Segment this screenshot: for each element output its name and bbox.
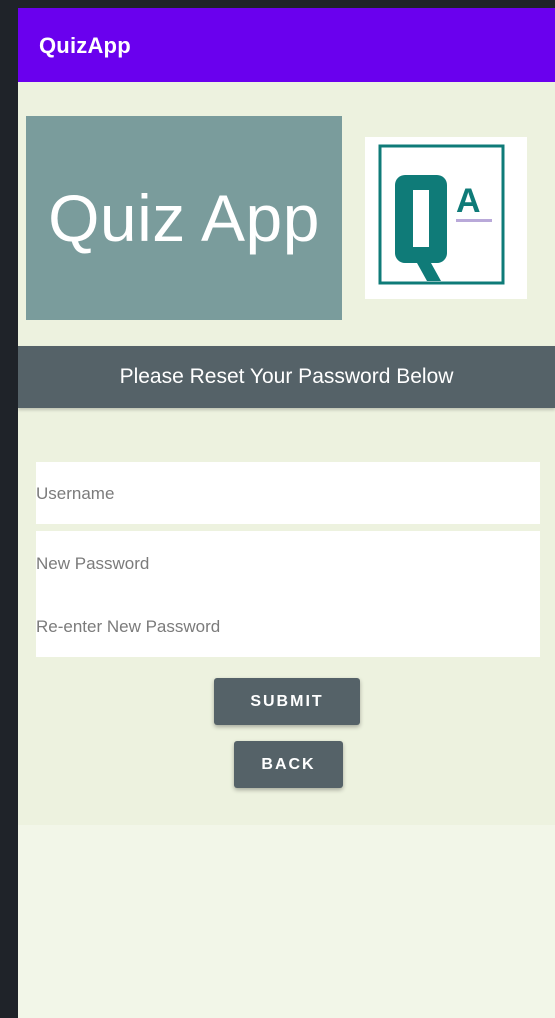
phone-screen: QuizApp Quiz App A Please Reset Your Pas… bbox=[18, 8, 555, 1018]
qa-logo-icon: A bbox=[365, 137, 527, 299]
reset-password-screen: Quiz App A Please Reset Your Password Be… bbox=[18, 82, 555, 825]
reset-password-heading: Please Reset Your Password Below bbox=[119, 365, 454, 388]
reenter-password-placeholder: Re-enter New Password bbox=[36, 617, 221, 636]
svg-text:A: A bbox=[456, 182, 481, 220]
app-bar: QuizApp bbox=[18, 8, 555, 82]
username-field[interactable]: Username bbox=[36, 462, 540, 524]
new-password-field[interactable]: New Password bbox=[36, 531, 540, 594]
username-placeholder: Username bbox=[36, 484, 115, 503]
quiz-app-banner: Quiz App bbox=[26, 116, 342, 320]
qa-logo-icon-graphic: A bbox=[378, 144, 505, 285]
app-title: QuizApp bbox=[39, 33, 131, 58]
banner-title: Quiz App bbox=[48, 181, 320, 255]
new-password-placeholder: New Password bbox=[36, 554, 150, 573]
reset-password-header: Please Reset Your Password Below bbox=[18, 346, 555, 408]
submit-button[interactable]: SUBMIT bbox=[214, 678, 360, 725]
back-button[interactable]: BACK bbox=[234, 741, 343, 788]
password-fields: New Password Re-enter New Password bbox=[36, 531, 540, 657]
reenter-password-field[interactable]: Re-enter New Password bbox=[36, 594, 540, 657]
